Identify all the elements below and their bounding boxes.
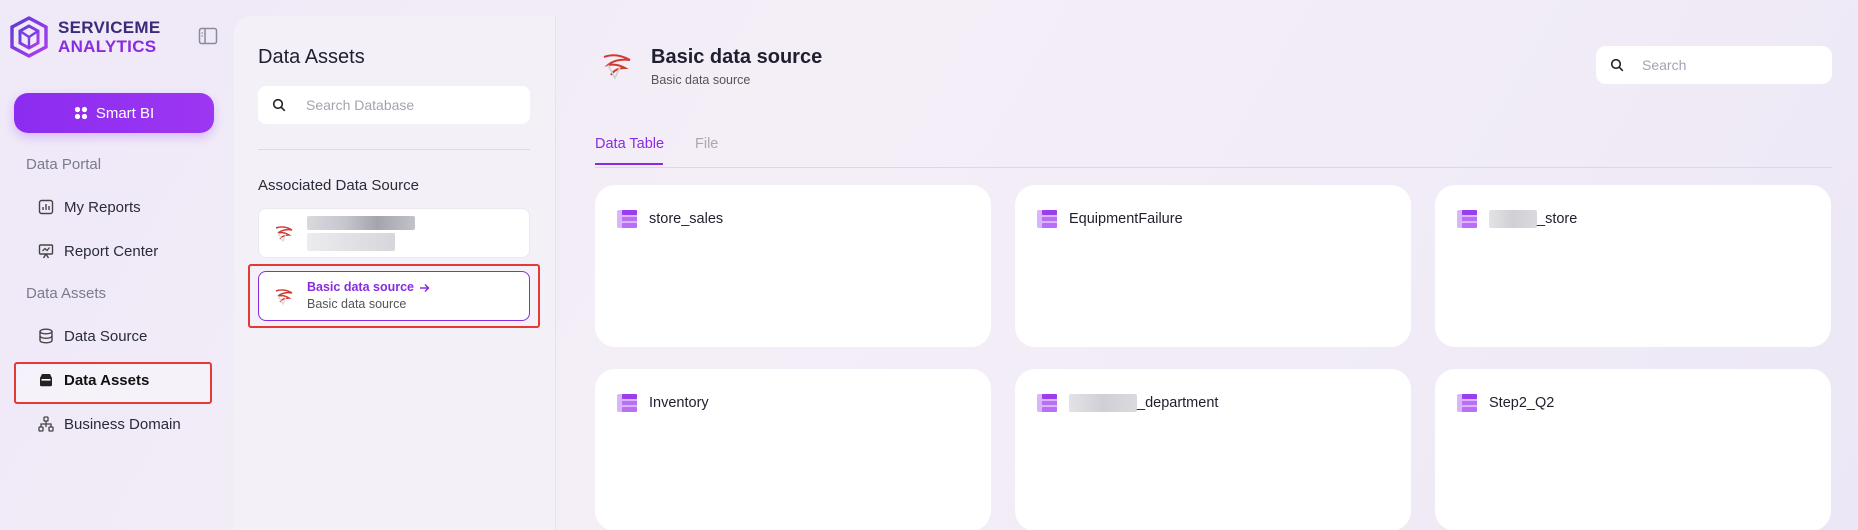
nav-item-label: Data Source (64, 327, 148, 345)
table-search-input[interactable] (1642, 57, 1822, 73)
nav-item-label: Data Assets (64, 371, 150, 389)
active-tab-indicator (595, 163, 663, 165)
redacted-text (1069, 394, 1137, 412)
nav-item-business-domain[interactable]: Business Domain (38, 412, 181, 436)
table-name: _store (1537, 210, 1578, 227)
divider (258, 149, 530, 150)
table-name: Inventory (649, 395, 709, 411)
tab-data-table[interactable]: Data Table (595, 136, 664, 184)
data-source-card-redacted[interactable] (258, 208, 530, 258)
grid-dots-icon (74, 106, 87, 120)
table-name: _department (1137, 394, 1219, 411)
panel-title: Data Assets (258, 46, 365, 68)
table-icon (1037, 394, 1057, 412)
sidebar-collapse-icon[interactable] (198, 27, 218, 45)
brand-name-line1: SERVICEME (58, 18, 161, 37)
nav-item-data-source[interactable]: Data Source (38, 324, 147, 348)
search-icon (1610, 58, 1624, 72)
nav-item-label: Business Domain (64, 415, 181, 433)
sql-server-icon (275, 226, 293, 243)
search-icon (272, 98, 286, 112)
table-icon (617, 394, 637, 412)
table-card[interactable]: _department (1015, 369, 1411, 530)
nav-item-report-center[interactable]: Report Center (38, 239, 158, 263)
logo-icon (10, 16, 48, 58)
nav-item-my-reports[interactable]: My Reports (38, 195, 141, 219)
associated-data-source-label: Associated Data Source (258, 177, 419, 194)
table-card[interactable]: Step2_Q2 (1435, 369, 1831, 530)
tab-label: File (695, 136, 719, 152)
nav-item-label: My Reports (64, 198, 141, 216)
sidebar: SERVICEME ANALYTICS Smart BI Data Portal… (0, 0, 232, 530)
data-source-subtitle: Basic data source (307, 297, 407, 311)
data-source-name: Basic data source (307, 280, 414, 294)
redacted-text (1489, 210, 1537, 228)
data-source-card-basic[interactable]: Basic data source Basic data source (258, 271, 530, 321)
table-icon (1037, 210, 1057, 228)
table-name: EquipmentFailure (1069, 211, 1183, 227)
main-content: Basic data source Basic data source Data… (556, 16, 1858, 530)
redacted-text (307, 215, 415, 230)
chart-report-icon (38, 199, 54, 215)
data-assets-panel: Data Assets Associated Data Source Basic… (234, 16, 556, 530)
nav-item-label: Report Center (64, 242, 159, 260)
smart-bi-button[interactable]: Smart BI (14, 93, 214, 133)
table-search[interactable] (1596, 46, 1832, 84)
hierarchy-icon (38, 416, 54, 432)
database-search[interactable] (258, 86, 530, 124)
table-card[interactable]: Inventory (595, 369, 991, 530)
smart-bi-label: Smart BI (95, 104, 155, 122)
tab-label: Data Table (595, 136, 665, 152)
page-title: Basic data source (651, 46, 823, 68)
page-subtitle: Basic data source (651, 73, 751, 87)
database-search-input[interactable] (306, 97, 516, 113)
redacted-text (307, 232, 395, 251)
sql-server-icon (275, 289, 293, 306)
inbox-icon (40, 374, 52, 387)
table-icon (1457, 394, 1477, 412)
brand-name-line2: ANALYTICS (58, 37, 157, 56)
table-name: Step2_Q2 (1489, 395, 1555, 411)
tab-bar: Data Table File (595, 120, 1832, 168)
nav-section-data-portal: Data Portal (26, 156, 102, 173)
nav-item-data-assets[interactable]: Data Assets (38, 368, 149, 392)
nav-section-data-assets: Data Assets (26, 285, 107, 302)
tab-file[interactable]: File (695, 136, 718, 184)
table-card[interactable]: EquipmentFailure (1015, 185, 1411, 347)
table-icon (1457, 210, 1477, 228)
table-icon (617, 210, 637, 228)
database-icon (39, 328, 53, 344)
table-card[interactable]: store_sales (595, 185, 991, 347)
sql-server-icon (603, 54, 631, 80)
arrow-right-icon (420, 283, 430, 292)
brand[interactable]: SERVICEME ANALYTICS (10, 16, 161, 58)
presentation-icon (38, 244, 54, 259)
table-name: store_sales (649, 211, 724, 227)
table-card[interactable]: _store (1435, 185, 1831, 347)
